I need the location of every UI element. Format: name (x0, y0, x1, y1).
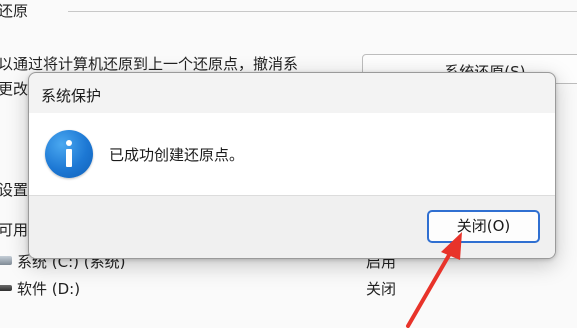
dialog-footer: 关闭(O) (29, 195, 555, 258)
drive-status: 关闭 (366, 280, 397, 298)
protection-settings-label: 设置 (0, 181, 29, 199)
section-title: 还原 (0, 0, 35, 21)
dialog-body: 已成功创建还原点。 (29, 113, 555, 195)
info-icon (45, 130, 93, 178)
drive-icon (0, 285, 12, 291)
drive-icon (0, 256, 12, 265)
drive-row[interactable]: 软件 (D:) 关闭 (0, 276, 577, 300)
close-button[interactable]: 关闭(O) (427, 210, 540, 243)
screen: 还原 以通过将计算机还原到上一个还原点，撤消系 更改 系统还原(S)... 设置… (0, 0, 577, 328)
available-drives-label: 可用 (0, 221, 29, 239)
drive-name: 软件 (D:) (17, 280, 81, 298)
section-divider (68, 11, 577, 12)
dialog-message: 已成功创建还原点。 (109, 146, 245, 164)
system-protection-dialog: 系统保护 已成功创建还原点。 关闭(O) (28, 72, 556, 259)
info-icon-bar (66, 149, 72, 167)
dialog-title: 系统保护 (41, 87, 102, 105)
info-icon-dot (66, 140, 72, 146)
